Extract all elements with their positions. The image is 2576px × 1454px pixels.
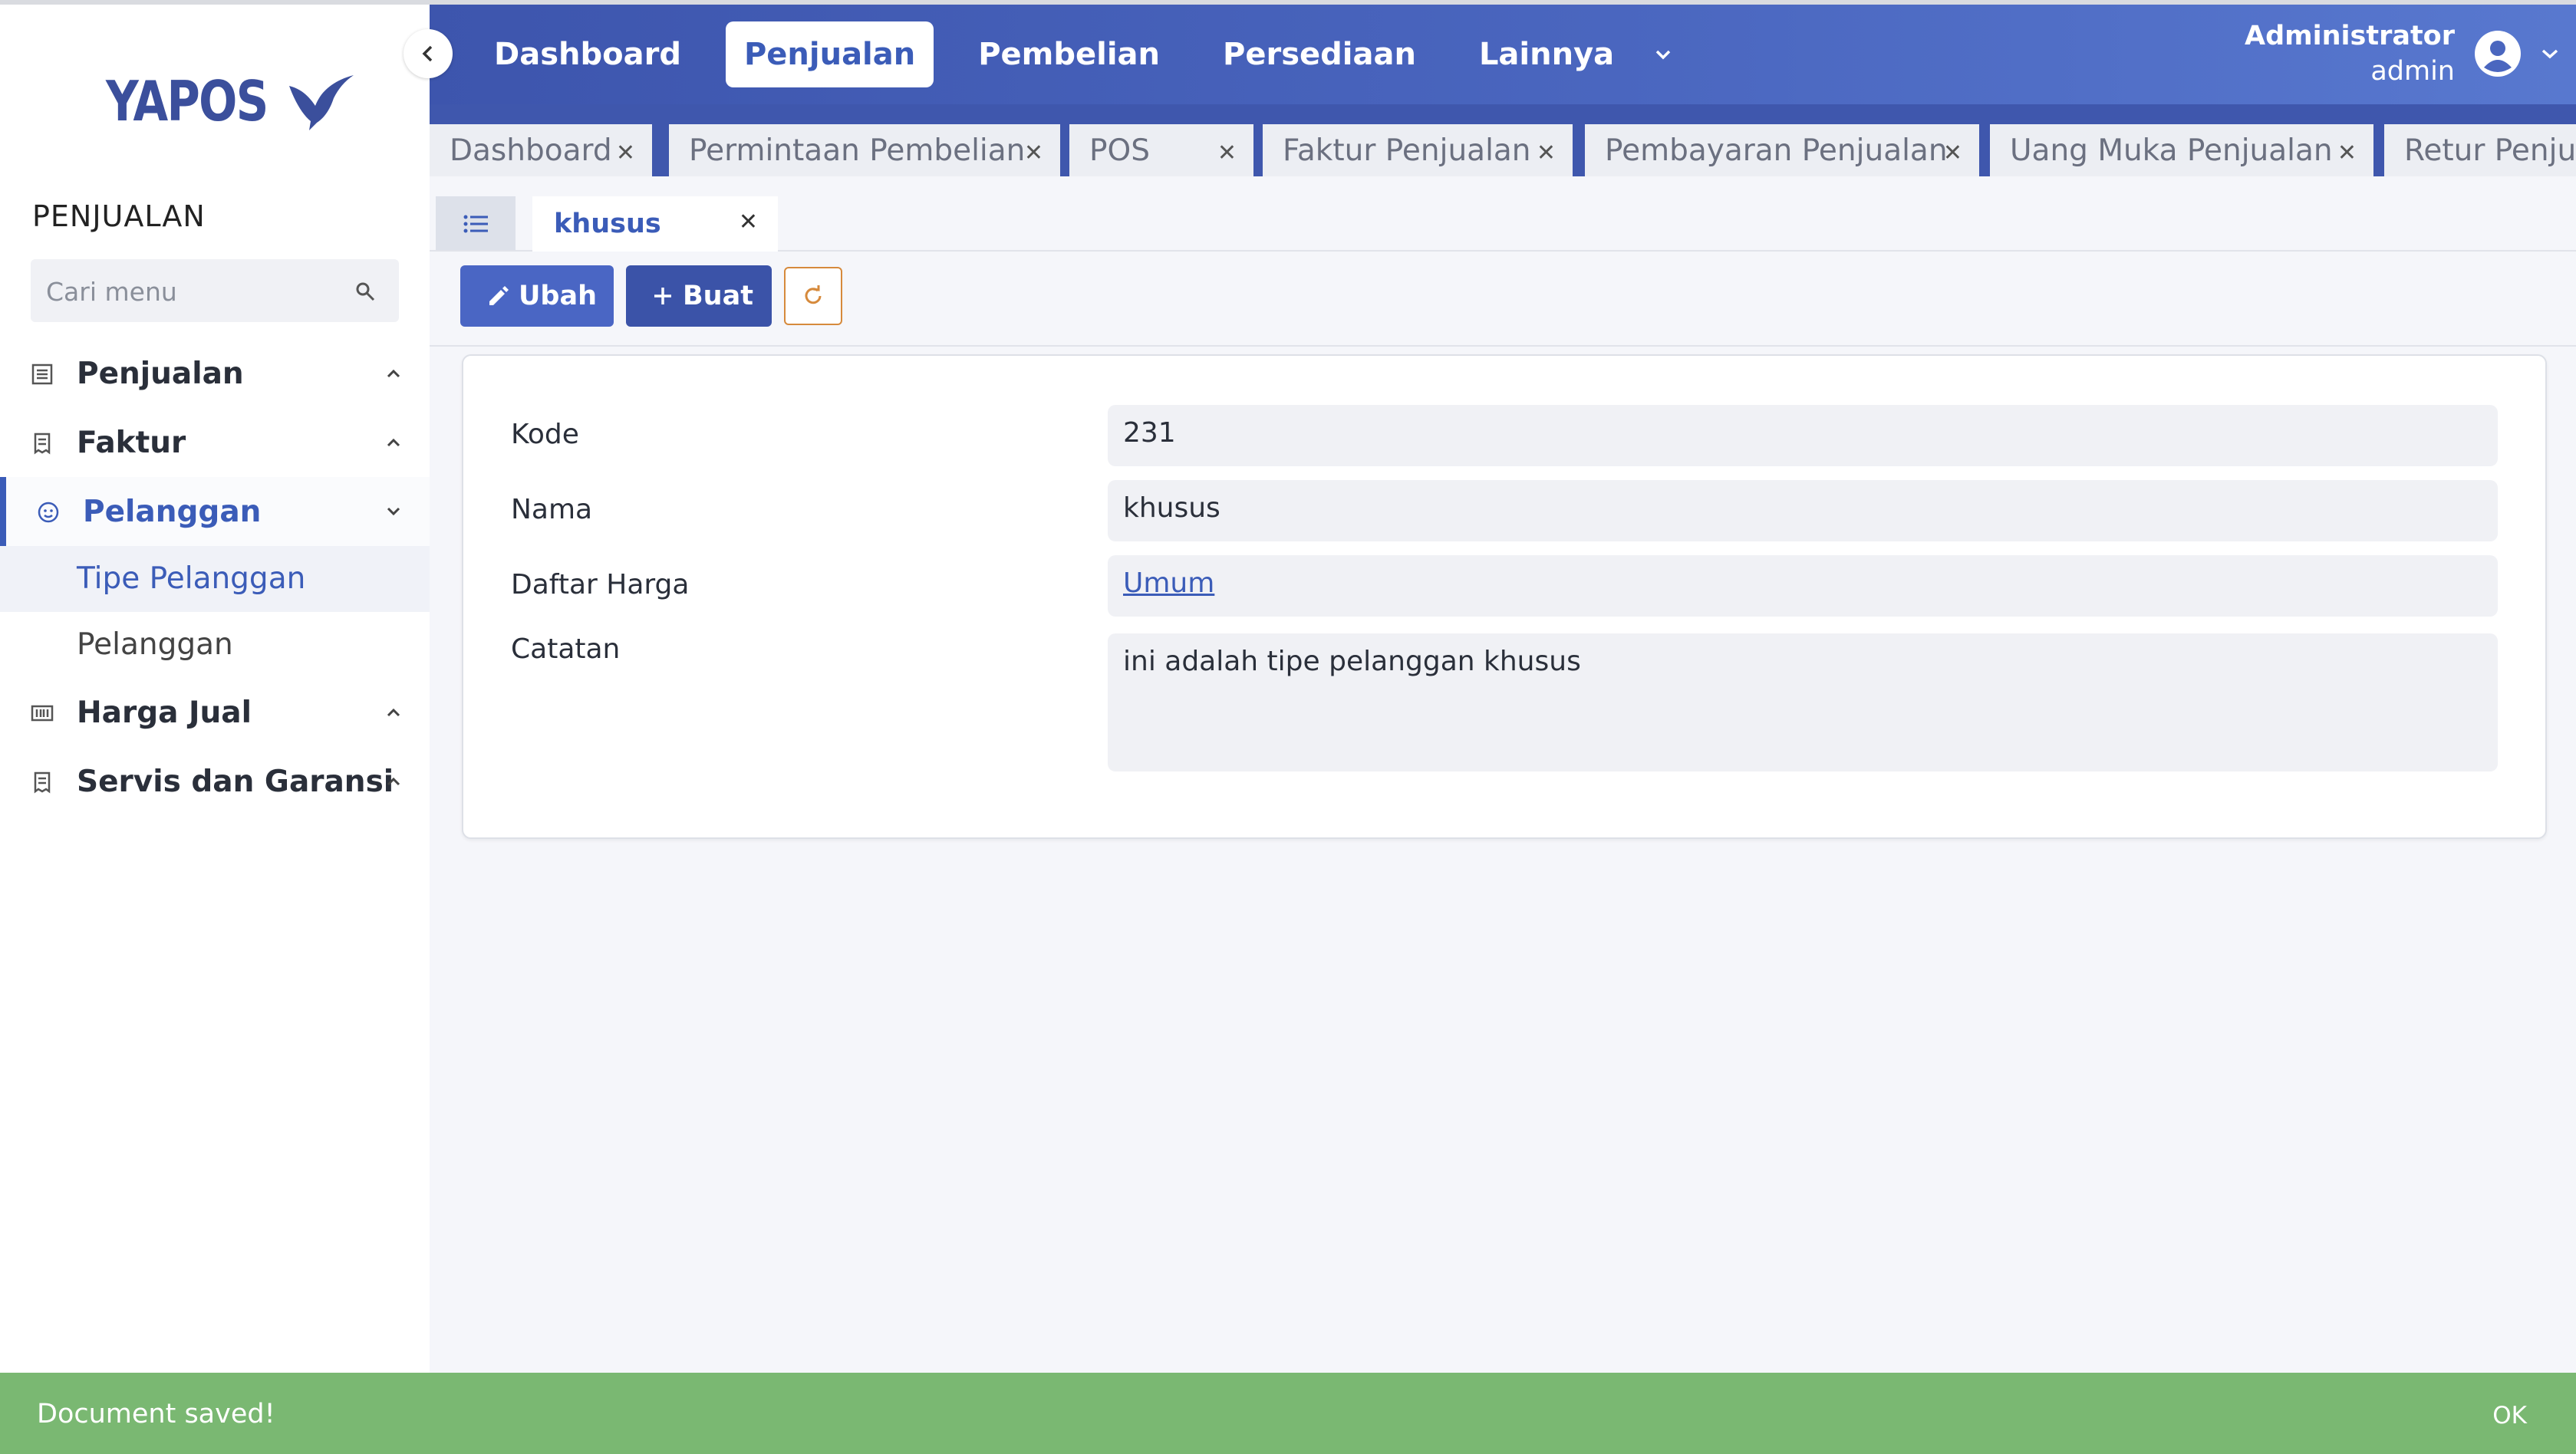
sidebar-subitem-tipe-pelanggan[interactable]: Tipe Pelanggan [0,546,430,612]
open-tabs-bar: Dashboard ✕ Permintaan Pembelian ✕ POS ✕… [430,104,2576,176]
user-role: Administrator [2244,21,2455,51]
sidebar-item-label: Servis dan Garansi [77,764,394,799]
user-names: Administrator admin [2245,21,2455,87]
chevron-up-icon [387,708,400,717]
open-tab-label: Faktur Penjualan [1283,133,1531,168]
top-nav: Dashboard Penjualan Pembelian Persediaan… [476,21,1672,87]
barcode-icon [31,705,54,722]
close-icon[interactable]: ✕ [616,140,635,166]
open-tab-dashboard[interactable]: Dashboard ✕ [430,124,652,176]
user-menu[interactable]: Administrator admin [2245,15,2561,92]
sidebar-item-label: Harga Jual [77,695,252,730]
action-toolbar: Ubah Buat [430,250,2576,347]
nama-label: Nama [511,494,593,525]
document-tab-khusus[interactable]: khusus ✕ [532,196,778,252]
open-tab-pos[interactable]: POS ✕ [1069,124,1253,176]
smile-icon [38,502,59,523]
sidebar-item-label: Faktur [77,425,186,460]
open-tab-uang-muka-penjualan[interactable]: Uang Muka Penjualan ✕ [1990,124,2373,176]
sidebar-item-pelanggan[interactable]: Pelanggan [0,477,430,546]
nav-penjualan[interactable]: Penjualan [725,21,934,87]
chevron-up-icon [387,777,400,786]
new-button-label: Buat [683,281,753,311]
open-tab-label: POS [1089,133,1150,168]
edit-button-label: Ubah [519,281,598,311]
sidebar-item-servis-dan-garansi[interactable]: Servis dan Garansi [0,747,430,816]
catatan-label: Catatan [511,633,621,665]
open-tab-pembayaran-penjualan[interactable]: Pembayaran Penjualan ✕ [1585,124,1979,176]
menu-search-input[interactable] [44,259,339,324]
sidebar-nav: Penjualan Faktur Pelanggan Tipe Pelangga [0,339,430,816]
catatan-field[interactable]: ini adalah tipe pelanggan khusus [1108,633,2498,771]
sidebar-collapse-button[interactable] [404,29,453,78]
nav-lainnya[interactable]: Lainnya [1461,21,1632,87]
nav-dashboard[interactable]: Dashboard [476,21,700,87]
chevron-down-icon[interactable] [2539,46,2561,61]
user-name: admin [2370,56,2455,87]
close-icon[interactable]: ✕ [1024,140,1043,166]
yapos-logo[interactable]: YAPOS [106,69,357,133]
close-icon[interactable]: ✕ [1943,140,1962,166]
chevron-down-icon[interactable] [1654,48,1672,61]
daftar-harga-link[interactable]: Umum [1123,567,1214,599]
sidebar-subitem-pelanggan[interactable]: Pelanggan [0,612,430,678]
plus-icon [654,288,671,304]
bird-logo-icon [288,75,354,130]
sidebar-item-penjualan[interactable]: Penjualan [0,339,430,408]
document-tabs: khusus ✕ [430,176,2576,252]
sidebar-item-label: Penjualan [77,356,244,391]
kode-field[interactable]: 231 [1108,405,2498,466]
sidebar: YAPOS PENJUALAN Penjualan [0,5,430,1373]
receipt-icon [34,771,51,794]
menu-search [31,259,399,324]
list-icon [31,364,53,385]
chevron-up-icon [387,369,400,378]
list-icon [463,215,488,233]
refresh-button[interactable] [784,267,842,325]
open-tab-label: Permintaan Pembelian [689,133,1026,168]
new-button[interactable]: Buat [626,265,772,327]
sidebar-item-faktur[interactable]: Faktur [0,408,430,477]
sidebar-subitem-label: Pelanggan [77,627,233,662]
search-icon[interactable] [354,281,376,302]
sidebar-subitem-label: Tipe Pelanggan [77,561,306,596]
close-icon[interactable]: ✕ [739,209,758,235]
open-tab-permintaan-pembelian[interactable]: Permintaan Pembelian ✕ [669,124,1060,176]
avatar-icon[interactable] [2473,29,2522,78]
close-icon[interactable]: ✕ [1537,140,1556,166]
logo-text: YAPOS [106,69,268,133]
snackbar-ok-button[interactable]: OK [2492,1402,2527,1429]
chevron-down-icon [387,507,400,516]
close-icon[interactable]: ✕ [1217,140,1237,166]
customer-type-form: Kode 231 Nama khusus Daftar Harga Umum C… [462,354,2547,839]
open-tab-retur-penjualan[interactable]: Retur Penjua [2384,124,2576,176]
list-view-tab[interactable] [436,196,516,250]
sidebar-section-title: PENJUALAN [32,199,206,233]
nav-persediaan[interactable]: Persediaan [1204,21,1435,87]
daftar-harga-field: Umum [1108,555,2498,617]
refresh-icon [805,285,822,304]
snackbar-message: Document saved! [37,1399,275,1429]
close-icon[interactable]: ✕ [2337,140,2357,166]
top-header: Dashboard Penjualan Pembelian Persediaan… [430,5,2576,104]
sidebar-item-label: Pelanggan [83,494,262,529]
open-tab-label: Retur Penjua [2404,133,2576,168]
document-tab-label: khusus [554,209,661,239]
nav-pembelian[interactable]: Pembelian [960,21,1178,87]
snackbar: Document saved! OK [0,1373,2576,1454]
receipt-icon [34,433,51,455]
pencil-icon [489,286,509,305]
edit-button[interactable]: Ubah [460,265,614,327]
kode-label: Kode [511,419,579,450]
chevron-left-icon [422,45,433,62]
chevron-up-icon [387,438,400,447]
sidebar-item-harga-jual[interactable]: Harga Jual [0,678,430,747]
open-tab-label: Pembayaran Penjualan [1605,133,1948,168]
open-tab-faktur-penjualan[interactable]: Faktur Penjualan ✕ [1263,124,1573,176]
open-tab-label: Dashboard [450,133,612,168]
nama-field[interactable]: khusus [1108,480,2498,541]
open-tab-label: Uang Muka Penjualan [2010,133,2333,168]
daftar-harga-label: Daftar Harga [511,569,690,600]
